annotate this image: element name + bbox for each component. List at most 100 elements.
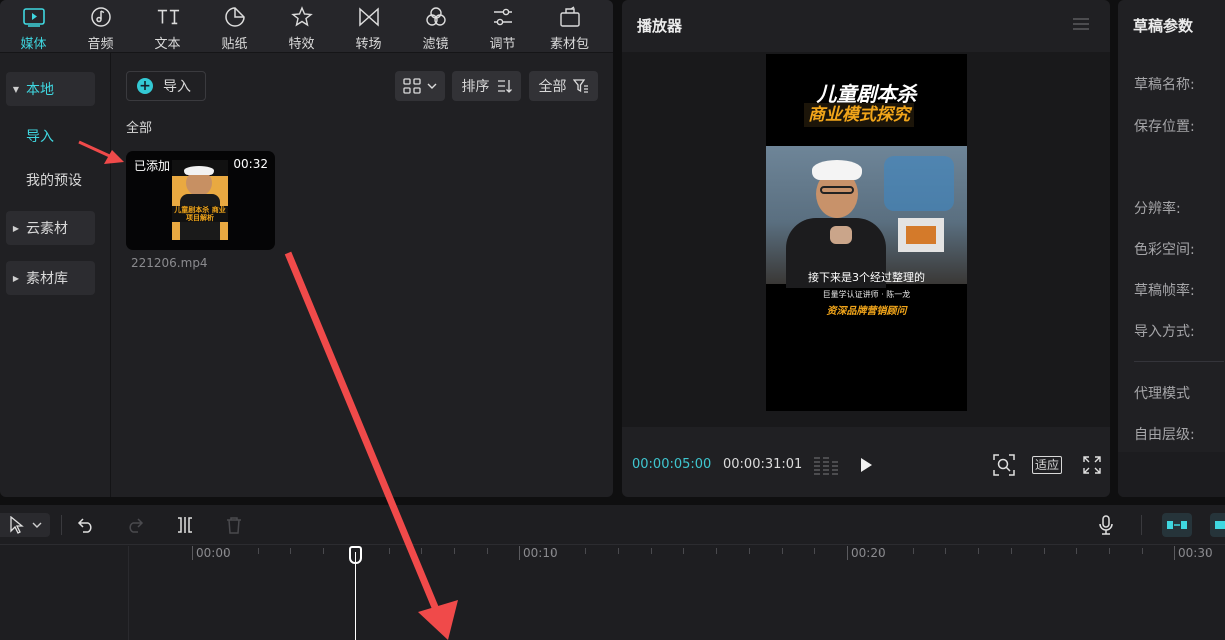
tab-filter-label: 滤镜	[422, 37, 449, 52]
tab-sticker[interactable]: 贴纸	[201, 0, 268, 52]
media-icon	[22, 5, 46, 29]
params-title: 草稿参数	[1133, 17, 1194, 35]
minor-tick	[290, 548, 292, 554]
nav-cloud[interactable]: ▶ 云素材	[6, 211, 95, 245]
param-draft-name: 草稿名称:	[1134, 77, 1195, 93]
tab-transition[interactable]: 转场	[335, 0, 402, 52]
param-proxy-mode: 代理模式	[1134, 386, 1190, 402]
total-time: 00:00:31:01	[723, 457, 803, 472]
import-button[interactable]: + 导入	[126, 71, 206, 101]
time-ruler[interactable]: 00:00 00:10 00:20 00:30	[130, 546, 1225, 566]
tab-effects-label: 特效	[288, 37, 315, 52]
section-label-all: 全部	[126, 121, 153, 136]
media-panel: 媒体 音频 文本 贴纸 特效 转场 滤镜 调节 素材包 ▼ 本地 导入 我的预设…	[0, 0, 613, 497]
adjust-sliders-icon	[491, 5, 515, 29]
caret-down-icon: ▼	[12, 84, 20, 94]
thumb-caption: 儿童剧本杀 商业项目解析	[172, 206, 228, 222]
minor-tick	[421, 548, 423, 554]
caret-right-icon: ▶	[12, 223, 20, 233]
video-subtitle: 接下来是3个经过整理的	[808, 271, 925, 284]
filter-all-button[interactable]: 全部	[529, 71, 598, 101]
minor-tick	[1043, 548, 1045, 554]
minor-tick	[912, 548, 914, 554]
auto-snap-icon[interactable]	[1210, 513, 1225, 537]
tab-effects[interactable]: 特效	[268, 0, 335, 52]
select-tool-dropdown[interactable]	[0, 513, 50, 537]
tab-audio[interactable]: 音频	[67, 0, 134, 52]
chevron-down-icon	[427, 82, 437, 90]
minor-tick	[257, 548, 259, 554]
tab-material-pack[interactable]: 素材包	[536, 0, 603, 52]
fit-ratio-label: 适应	[1031, 456, 1062, 474]
chevron-down-icon	[32, 521, 42, 529]
minor-tick	[454, 548, 455, 554]
waveform-grid-icon[interactable]	[812, 452, 840, 478]
tab-filter[interactable]: 滤镜	[402, 0, 469, 52]
minor-tick	[323, 548, 324, 554]
minor-tick	[1010, 548, 1012, 554]
video-title-line2: 商业模式探究	[804, 103, 914, 127]
param-free-layer: 自由层级:	[1134, 427, 1195, 443]
fullscreen-icon[interactable]	[1082, 452, 1102, 478]
delete-trash-icon[interactable]	[223, 513, 245, 537]
nav-local[interactable]: ▼ 本地	[6, 72, 95, 106]
tab-text-label: 文本	[154, 37, 181, 52]
params-divider	[1134, 361, 1224, 362]
nav-my-presets[interactable]: 我的预设	[6, 163, 95, 197]
music-note-icon	[89, 5, 113, 29]
transition-bowtie-icon	[357, 5, 381, 29]
tab-media[interactable]: 媒体	[0, 0, 67, 52]
nav-library-label: 素材库	[26, 271, 68, 287]
tab-transition-label: 转场	[355, 37, 382, 52]
added-badge: 已添加	[134, 159, 171, 173]
param-frame-rate: 草稿帧率:	[1134, 283, 1195, 299]
zoom-frame-icon[interactable]	[992, 452, 1016, 478]
nav-local-label: 本地	[26, 82, 54, 98]
tab-media-label: 媒体	[20, 37, 47, 52]
view-mode-dropdown[interactable]	[395, 71, 445, 101]
caret-right-icon: ▶	[12, 273, 20, 283]
minor-tick	[388, 548, 390, 554]
minor-tick	[781, 548, 783, 554]
fit-ratio-button[interactable]: 适应	[1030, 452, 1064, 478]
playhead-line[interactable]	[355, 552, 356, 640]
track-header-column	[0, 546, 129, 640]
minor-tick	[1207, 548, 1209, 554]
play-button[interactable]	[855, 452, 877, 478]
redo-icon[interactable]	[124, 513, 146, 537]
param-color-space: 色彩空间:	[1134, 242, 1195, 258]
params-footer	[1118, 452, 1225, 497]
sort-button[interactable]: 排序	[452, 71, 521, 101]
undo-icon[interactable]	[75, 513, 97, 537]
tab-material-pack-label: 素材包	[549, 37, 589, 52]
nav-library[interactable]: ▶ 素材库	[6, 261, 95, 295]
menu-icon[interactable]	[1072, 16, 1090, 32]
side-nav: ▼ 本地 导入 我的预设 ▶ 云素材 ▶ 素材库	[0, 53, 111, 497]
microphone-icon[interactable]	[1095, 513, 1117, 537]
video-tag: 资深品牌营销顾问	[826, 306, 907, 317]
timeline: 00:00 00:10 00:20 00:30	[0, 505, 1225, 640]
video-preview[interactable]: 儿童剧本杀 商业模式探究 接下来是3个经过整理的 巨量学认证讲师 · 陈一龙 资…	[766, 54, 967, 411]
minor-tick	[552, 548, 554, 554]
sparkle-star-icon	[290, 5, 314, 29]
param-import-mode: 导入方式:	[1134, 324, 1195, 340]
tab-adjust[interactable]: 调节	[469, 0, 536, 52]
current-time: 00:00:05:00	[632, 457, 712, 472]
video-scene	[766, 146, 967, 288]
filter-all-label: 全部	[538, 79, 567, 95]
media-thumbnail: 儿童剧本杀 商业项目解析	[172, 160, 228, 240]
player-panel: 播放器 儿童剧本杀 商业模式探究 接下来是3个经过整理的 巨量学认证讲师 · 陈…	[622, 0, 1110, 497]
nav-import[interactable]: 导入	[6, 119, 95, 153]
tab-adjust-label: 调节	[489, 37, 516, 52]
main-track-magnet-icon[interactable]	[1162, 513, 1192, 537]
minor-tick	[748, 548, 750, 554]
media-card[interactable]: 儿童剧本杀 商业项目解析 已添加 00:32	[126, 151, 275, 250]
minor-tick	[585, 548, 586, 554]
tab-text[interactable]: 文本	[134, 0, 201, 52]
minor-tick	[1141, 548, 1143, 554]
param-resolution: 分辨率:	[1134, 201, 1181, 217]
minor-tick	[879, 548, 881, 554]
split-icon[interactable]	[174, 513, 196, 537]
minor-tick	[814, 548, 816, 554]
tab-audio-label: 音频	[87, 37, 114, 52]
